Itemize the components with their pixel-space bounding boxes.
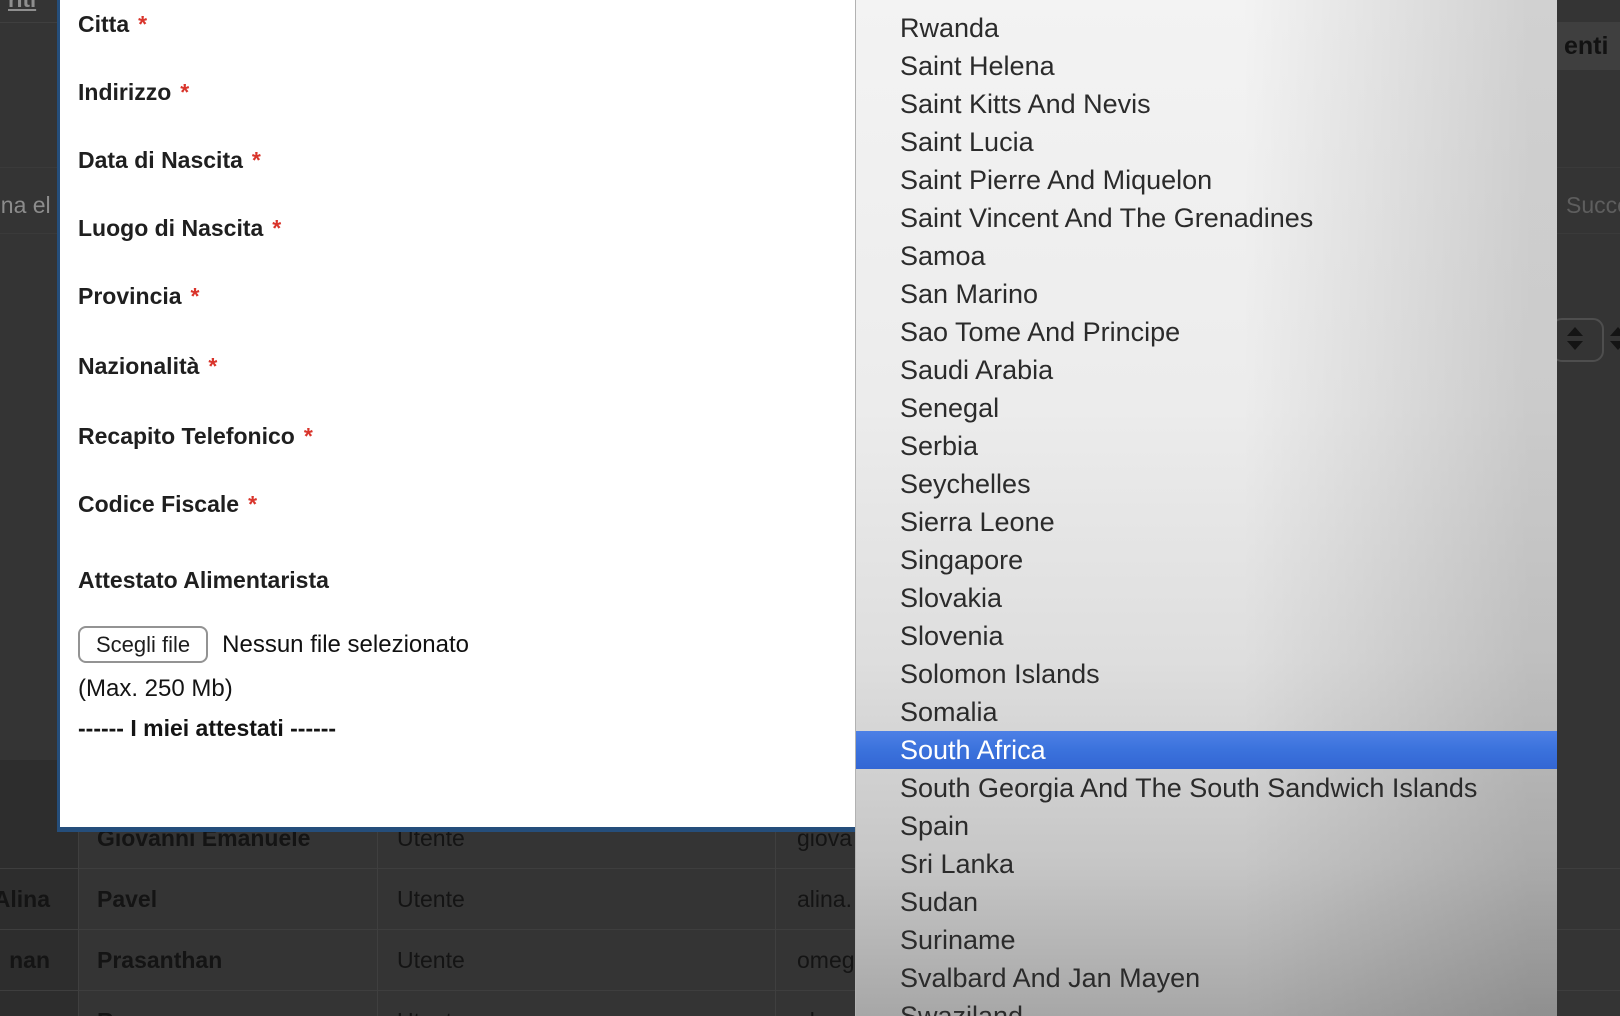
country-option[interactable]: Saint Lucia [856, 123, 1557, 161]
required-asterisk: * [272, 215, 281, 241]
country-option[interactable]: Sudan [856, 883, 1557, 921]
table-column-border [377, 808, 378, 1016]
country-option[interactable]: Serbia [856, 427, 1557, 465]
country-option[interactable]: Spain [856, 807, 1557, 845]
form-field-label: Nazionalità * [78, 349, 217, 383]
country-option[interactable]: South Africa [856, 731, 1557, 769]
profile-form-modal: Citta * Indirizzo * Data di Nascita * Luogo… [57, 0, 856, 832]
form-field-label: Provincia * [78, 279, 200, 313]
country-option[interactable]: Senegal [856, 389, 1557, 427]
stepper-down-icon [1567, 341, 1583, 350]
required-asterisk: * [138, 11, 147, 37]
country-option-list: Russian Federation Rwanda Saint Helena S… [856, 0, 1557, 1016]
field-label-text: Attestato Alimentarista [78, 567, 329, 593]
country-option[interactable]: Saint Pierre And Miquelon [856, 161, 1557, 199]
cell-role: Utente [397, 930, 465, 990]
select-stepper [1551, 318, 1604, 362]
field-label-text: Codice Fiscale [78, 491, 239, 517]
stepper-down-icon [1610, 341, 1620, 350]
stepper-up-icon [1567, 327, 1583, 336]
country-option[interactable]: Svalbard And Jan Mayen [856, 959, 1557, 997]
required-asterisk: * [304, 423, 313, 449]
table-column-border [775, 808, 776, 1016]
cell-name: Pavel [97, 869, 157, 929]
file-status-text: Nessun file selezionato [222, 631, 469, 659]
country-option[interactable]: San Marino [856, 275, 1557, 313]
country-option[interactable]: Sri Lanka [856, 845, 1557, 883]
required-asterisk: * [208, 353, 217, 379]
country-option[interactable]: South Georgia And The South Sandwich Isl… [856, 769, 1557, 807]
file-input-row: Scegli file Nessun file selezionato [78, 626, 469, 663]
cell-role: Utente [397, 991, 465, 1016]
field-label-text: Luogo di Nascita [78, 215, 263, 241]
background-text-fragment: ona el [0, 192, 51, 219]
field-label-text: Data di Nascita [78, 147, 243, 173]
cell-role: Utente [397, 869, 465, 929]
required-asterisk: * [180, 79, 189, 105]
country-option[interactable]: Russian Federation [856, 0, 1557, 9]
attestati-section-header: ------ I miei attestati ------ [78, 711, 336, 745]
field-label-text: Provincia [78, 283, 182, 309]
country-option[interactable]: Sao Tome And Principe [856, 313, 1557, 351]
country-option[interactable]: Saint Helena [856, 47, 1557, 85]
required-asterisk: * [252, 147, 261, 173]
country-option[interactable]: Slovenia [856, 617, 1557, 655]
stepper-up-icon [1610, 327, 1620, 336]
form-field-label: Citta * [78, 7, 147, 41]
page: riti enti ona el Succe Giovanni Emanuele… [0, 0, 1620, 1016]
form-field-label: Attestato Alimentarista [78, 563, 329, 597]
form-field-label: Recapito Telefonico * [78, 419, 313, 453]
next-button-fragment: Succe [1566, 192, 1620, 219]
country-option[interactable]: Seychelles [856, 465, 1557, 503]
country-dropdown-panel: Russian Federation Rwanda Saint Helena S… [855, 0, 1557, 1016]
field-label-text: Citta [78, 11, 129, 37]
choose-file-button[interactable]: Scegli file [78, 626, 208, 663]
country-option[interactable]: Sierra Leone [856, 503, 1557, 541]
table-column-border [78, 808, 79, 1016]
cell-email: alina. [797, 869, 852, 929]
country-option[interactable]: Singapore [856, 541, 1557, 579]
form-field-label: Indirizzo * [78, 75, 189, 109]
column-header-fragment: enti [1564, 23, 1608, 70]
country-option[interactable]: Saint Kitts And Nevis [856, 85, 1557, 123]
background-link-fragment: riti [8, 0, 36, 13]
country-option[interactable]: Swaziland [856, 997, 1557, 1016]
country-option[interactable]: Somalia [856, 693, 1557, 731]
form-field-label: Codice Fiscale * [78, 487, 257, 521]
country-option[interactable]: Saudi Arabia [856, 351, 1557, 389]
country-option[interactable]: Saint Vincent And The Grenadines [856, 199, 1557, 237]
max-size-note: (Max. 250 Mb) [78, 672, 233, 706]
cell-surname: nan [9, 930, 50, 990]
cell-surname: Alina [0, 869, 50, 929]
country-option[interactable]: Solomon Islands [856, 655, 1557, 693]
required-asterisk: * [191, 283, 200, 309]
field-label-text: Nazionalità [78, 353, 199, 379]
country-option[interactable]: Rwanda [856, 9, 1557, 47]
cell-name: Prasanthan [97, 930, 222, 990]
form-field-label: Luogo di Nascita * [78, 211, 281, 245]
field-label-text: Recapito Telefonico [78, 423, 295, 449]
country-option[interactable]: Samoa [856, 237, 1557, 275]
cell-email: omeg [797, 930, 855, 990]
cell-email: alyru [797, 991, 847, 1016]
field-label-text: Indirizzo [78, 79, 171, 105]
form-field-label: Data di Nascita * [78, 143, 261, 177]
required-asterisk: * [248, 491, 257, 517]
cell-name: Rus [97, 991, 140, 1016]
country-option[interactable]: Suriname [856, 921, 1557, 959]
country-option[interactable]: Slovakia [856, 579, 1557, 617]
